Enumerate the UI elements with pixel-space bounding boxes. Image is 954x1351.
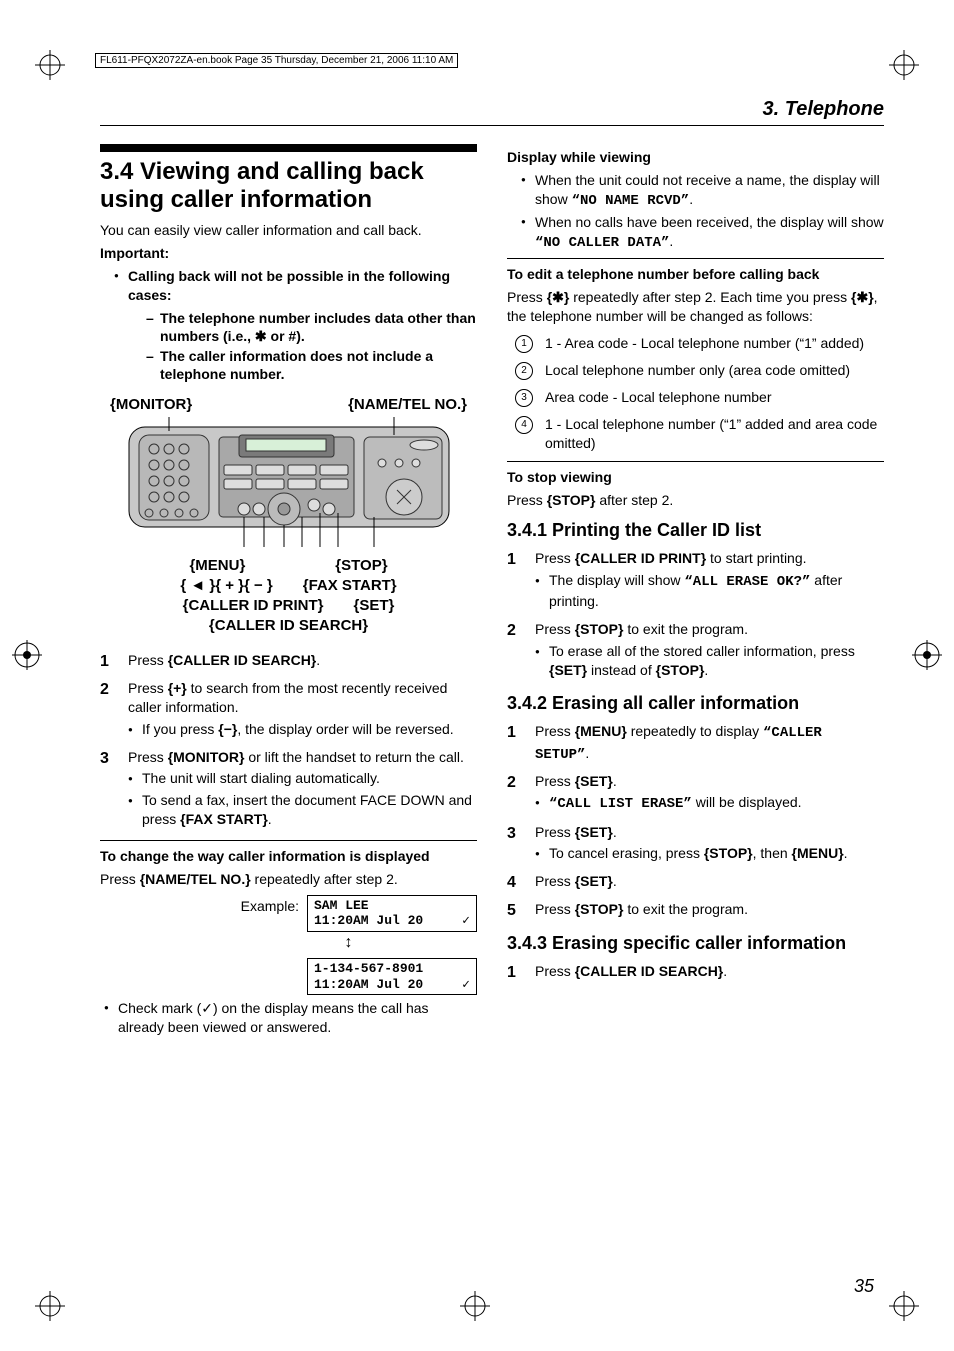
edit-option-1: 11 - Area code - Local telephone number … (515, 334, 884, 353)
section-341-title: 3.4.1 Printing the Caller ID list (507, 520, 884, 542)
s342-step3-sub: To cancel erasing, press {STOP}, then {M… (535, 844, 884, 864)
edit-option-2: 2Local telephone number only (area code … (515, 361, 884, 380)
s342-step2: Press {SET}. “CALL LIST ERASE” will be d… (535, 772, 884, 817)
register-mark-icon (460, 1291, 490, 1321)
s341-step2: Press {STOP} to exit the program. To era… (535, 620, 884, 683)
device-figure (100, 417, 477, 550)
step-3-sub: The unit will start dialing automaticall… (128, 769, 477, 789)
register-mark-icon (12, 640, 42, 670)
s342-step5: Press {STOP} to exit the program. (535, 900, 884, 922)
display-viewing-head: Display while viewing (507, 148, 884, 167)
important-bullet: Calling back will not be possible in the… (114, 267, 477, 384)
register-mark-icon (889, 50, 919, 80)
edit-option-4: 41 - Local telephone number (“1” added a… (515, 415, 884, 453)
figure-label-nametel: {NAME/TEL NO.} (348, 396, 467, 413)
figure-label-monitor: {MONITOR} (110, 396, 192, 413)
step-3-sub: To send a fax, insert the document FACE … (128, 791, 477, 830)
s342-step3: Press {SET}. To cancel erasing, press {S… (535, 823, 884, 866)
important-sub: The telephone number includes data other… (146, 309, 477, 345)
register-mark-icon (35, 50, 65, 80)
register-mark-icon (889, 1291, 919, 1321)
step-1: Press {CALLER ID SEARCH}. (128, 651, 477, 673)
change-display-head: To change the way caller information is … (100, 847, 477, 866)
checkmark-note: Check mark (✓) on the display means the … (104, 999, 477, 1037)
step-2: Press {+} to search from the most recent… (128, 679, 477, 742)
lcd-display-2: 1-134-567-8901 11:20AM Jul 20✓ (307, 958, 477, 995)
lcd-display-1: SAM LEE 11:20AM Jul 20✓ (307, 895, 477, 932)
change-display-body: Press {NAME/TEL NO.} repeatedly after st… (100, 870, 477, 889)
s341-step1: Press {CALLER ID PRINT} to start printin… (535, 549, 884, 614)
display-viewing-bullet: When no calls have been received, the di… (521, 213, 884, 253)
file-header: FL611-PFQX2072ZA-en.book Page 35 Thursda… (95, 53, 458, 68)
section-342-title: 3.4.2 Erasing all caller information (507, 693, 884, 715)
edit-option-3: 3Area code - Local telephone number (515, 388, 884, 407)
intro-text: You can easily view caller information a… (100, 221, 477, 240)
section-title: 3.4 Viewing and calling back using calle… (100, 158, 477, 213)
example-label: Example: (241, 895, 299, 914)
edit-number-head: To edit a telephone number before callin… (507, 265, 884, 284)
register-mark-icon (35, 1291, 65, 1321)
important-label: Important: (100, 244, 477, 263)
s342-step1: Press {MENU} repeatedly to display “CALL… (535, 722, 884, 765)
chapter-header: 3. Telephone (100, 98, 884, 121)
display-viewing-bullet: When the unit could not receive a name, … (521, 171, 884, 211)
s341-step1-sub: The display will show “ALL ERASE OK?” af… (535, 571, 884, 612)
section-343-title: 3.4.3 Erasing specific caller informatio… (507, 933, 884, 955)
register-mark-icon (912, 640, 942, 670)
step-3: Press {MONITOR} or lift the handset to r… (128, 748, 477, 832)
important-sub: The caller information does not include … (146, 347, 477, 383)
stop-viewing-body: Press {STOP} after step 2. (507, 491, 884, 510)
updown-arrow-icon: ↕ (100, 934, 477, 952)
s342-step4: Press {SET}. (535, 872, 884, 894)
page-number: 35 (854, 1276, 874, 1297)
stop-viewing-head: To stop viewing (507, 468, 884, 487)
heading-rule (100, 144, 477, 152)
s342-step2-sub: “CALL LIST ERASE” will be displayed. (535, 793, 884, 815)
s341-step2-sub: To erase all of the stored caller inform… (535, 642, 884, 681)
step-2-sub: If you press {−}, the display order will… (128, 720, 477, 740)
figure-bottom-labels: {MENU} {STOP} { ◄ }{ + }{ − } {FAX START… (100, 556, 477, 637)
s343-step1: Press {CALLER ID SEARCH}. (535, 962, 884, 984)
edit-number-body: Press {✱} repeatedly after step 2. Each … (507, 288, 884, 326)
